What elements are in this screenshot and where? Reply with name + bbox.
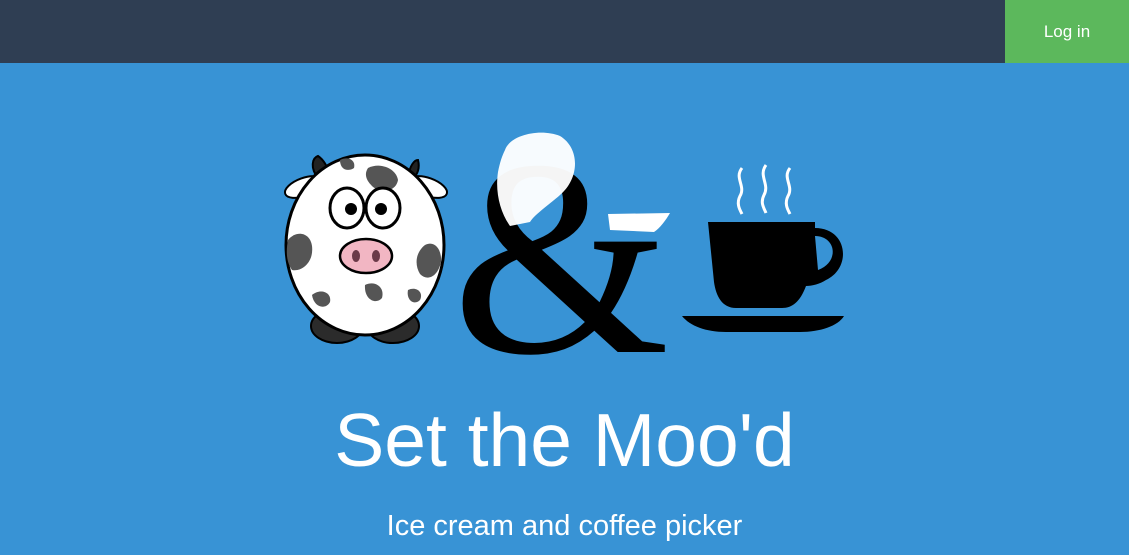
- coffee-cup-icon: [682, 164, 844, 332]
- cow-icon: [283, 153, 449, 344]
- top-navbar: Log in: [0, 0, 1129, 63]
- logo-art: &: [283, 125, 844, 365]
- login-button[interactable]: Log in: [1005, 0, 1129, 63]
- hero-title: Set the Moo'd: [334, 398, 795, 482]
- hero-subtitle: Ice cream and coffee picker: [386, 510, 743, 542]
- ampersand-icon: &: [452, 125, 670, 365]
